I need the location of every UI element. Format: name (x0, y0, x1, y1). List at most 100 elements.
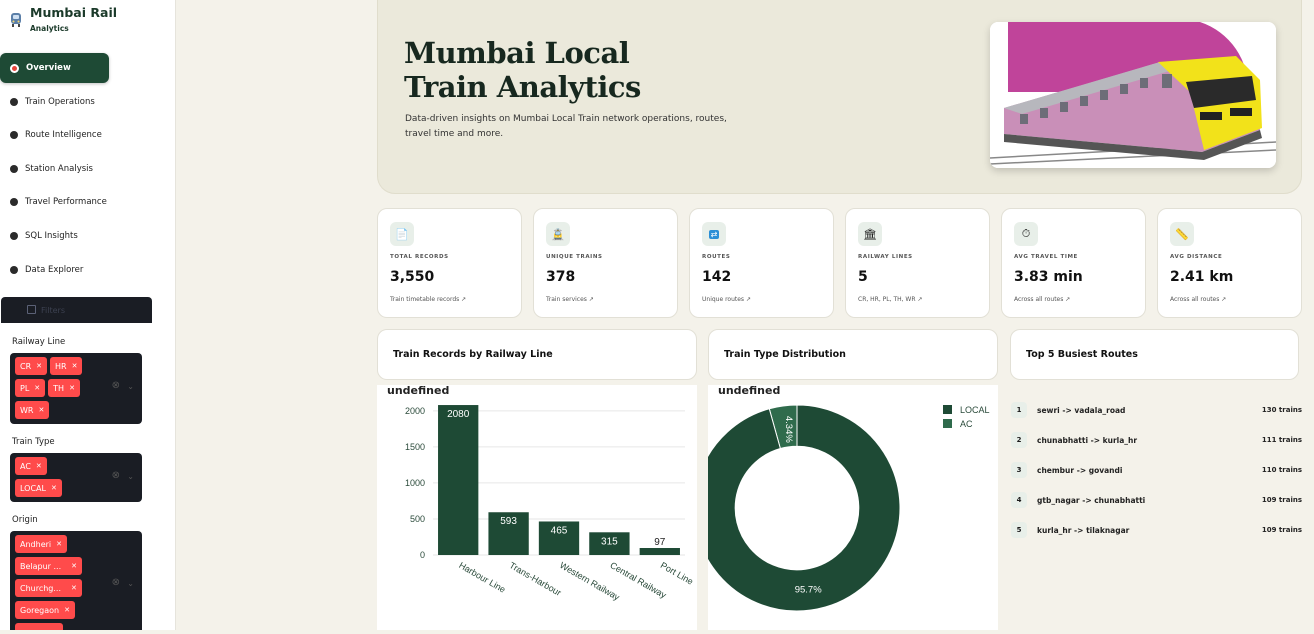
nav-item-overview[interactable]: Overview (0, 53, 109, 83)
main-content: Mumbai Local Train Analytics Data-driven… (176, 0, 1314, 630)
slice-label: 95.7% (795, 585, 822, 596)
kpi-total-records: 📄 TOTAL RECORDS 3,550 Train timetable re… (377, 208, 522, 318)
data-label: 593 (500, 516, 517, 527)
chevron-down-icon[interactable]: ⌄ (127, 472, 134, 481)
tag-local[interactable]: LOCAL ✕ (15, 479, 62, 497)
nav-item-travel-performance[interactable]: Travel Performance (0, 187, 175, 217)
kpi-routes: ⇄ ROUTES 142 Unique routes ↗ (689, 208, 834, 318)
remove-icon[interactable]: ✕ (71, 584, 77, 592)
bar-chart: 0 500 1000 1500 2000 2080 Harbour Line 593 Trans… (405, 405, 695, 603)
clear-all-icon[interactable]: ⊗ (112, 380, 120, 391)
train-type-label: Train Type (12, 437, 55, 447)
nav-item-data-explorer[interactable]: Data Explorer (0, 255, 175, 285)
remove-icon[interactable]: ✕ (34, 384, 40, 392)
tag-pl[interactable]: PL ✕ (15, 379, 46, 397)
brand: Mumbai Rail Analytics (8, 6, 117, 33)
filters-header[interactable]: Filters (1, 297, 152, 323)
hero-subtitle: Data-driven insights on Mumbai Local Tra… (405, 114, 727, 139)
y-tick-label: 2000 (405, 406, 425, 416)
bank-icon: 🏛 (858, 222, 882, 246)
remove-icon[interactable]: ✕ (64, 606, 70, 614)
nav-label: Overview (26, 63, 71, 73)
remove-icon[interactable]: ✕ (36, 462, 42, 470)
kpi-unique-trains: 🚊 UNIQUE TRAINS 378 Train services ↗ (533, 208, 678, 318)
radio-icon (10, 265, 18, 274)
remove-icon[interactable]: ✕ (56, 540, 62, 548)
bar-chart-title: undefined (387, 384, 450, 397)
chevron-down-icon[interactable]: ⌄ (127, 579, 134, 588)
hero-banner: Mumbai Local Train Analytics Data-driven… (377, 0, 1302, 194)
bar (639, 548, 680, 555)
clear-all-icon[interactable]: ⊗ (112, 470, 120, 481)
ruler-icon: 📏 (1170, 222, 1194, 246)
sidebar: Mumbai Rail Analytics Overview Train Ope… (0, 0, 176, 630)
clear-all-icon[interactable]: ⊗ (112, 577, 120, 588)
app-title: Mumbai Rail (30, 5, 118, 20)
shuffle-icon: ⇄ (702, 222, 726, 246)
kpi-row: 📄 TOTAL RECORDS 3,550 Train timetable re… (377, 208, 1302, 318)
y-tick-label: 1500 (405, 442, 425, 452)
tag-belapur[interactable]: Belapur ... ✕ (15, 557, 83, 575)
remove-icon[interactable]: ✕ (69, 384, 75, 392)
section-records-by-line: Train Records by Railway Line (377, 329, 697, 380)
remove-icon[interactable]: ✕ (38, 406, 44, 414)
y-tick-label: 0 (420, 550, 425, 560)
legend-label: AC (960, 419, 973, 429)
tag-andheri[interactable]: Andheri ✕ (15, 535, 67, 553)
legend-swatch (943, 419, 952, 428)
nav-label: SQL Insights (25, 230, 78, 241)
remove-icon[interactable]: ✕ (51, 484, 57, 492)
radio-icon (10, 231, 18, 240)
train-illustration (990, 22, 1276, 168)
radio-icon (10, 164, 18, 173)
data-label: 2080 (447, 409, 470, 420)
kpi-avg-distance: 📏 AVG DISTANCE 2.41 km Across all routes… (1157, 208, 1302, 318)
radio-icon (10, 63, 19, 73)
x-tick-label: Trans-Harbour (508, 560, 563, 598)
tag-cr[interactable]: CR ✕ (15, 357, 48, 375)
data-label: 465 (551, 525, 568, 536)
donut-chart-title: undefined (718, 384, 781, 397)
remove-icon[interactable]: ✕ (71, 562, 77, 570)
nav-label: Station Analysis (25, 163, 93, 174)
tag-churchgate[interactable]: Churchg... ✕ (15, 579, 82, 597)
tag-goregaon[interactable]: Goregaon ✕ (15, 601, 75, 619)
nav-label: Train Operations (25, 96, 95, 107)
y-tick-label: 1000 (405, 478, 425, 488)
filter-icon (27, 305, 36, 314)
tag-ac[interactable]: AC ✕ (15, 457, 47, 475)
list-item: 4 gtb_nagar -> chunabhatti 109 trains (1011, 485, 1302, 515)
tag-more[interactable] (15, 623, 63, 630)
railway-line-multiselect[interactable]: CR ✕ HR ✕ PL ✕ TH ✕ WR ✕ ⊗ ⌄ (10, 353, 142, 424)
chevron-down-icon[interactable]: ⌄ (127, 382, 134, 391)
nav-label: Route Intelligence (25, 130, 102, 141)
legend-swatch (943, 405, 952, 414)
nav-item-train-operations[interactable]: Train Operations (0, 87, 175, 117)
nav-item-route-intelligence[interactable]: Route Intelligence (0, 120, 175, 150)
train-type-multiselect[interactable]: AC ✕ LOCAL ✕ ⊗ ⌄ (10, 453, 142, 502)
remove-icon[interactable]: ✕ (36, 362, 42, 370)
app-subtitle: Analytics (30, 24, 69, 33)
train-logo-icon (11, 13, 21, 27)
tag-th[interactable]: TH ✕ (48, 379, 80, 397)
origin-multiselect[interactable]: Andheri ✕ Belapur ... ✕ Churchg... ✕ Gorega… (10, 531, 142, 630)
tag-wr[interactable]: WR ✕ (15, 401, 50, 419)
filters-title: Filters (41, 305, 65, 315)
tag-hr[interactable]: HR ✕ (50, 357, 83, 375)
train-image-icon (990, 22, 1276, 168)
section-type-distribution: Train Type Distribution (708, 329, 998, 380)
radio-icon (10, 97, 18, 106)
list-item: 1 sewri -> vadala_road 130 trains (1011, 395, 1302, 425)
remove-icon[interactable]: ✕ (72, 362, 78, 370)
nav-menu: Overview Train Operations Route Intellig… (0, 53, 175, 288)
list-item: 3 chembur -> govandi 110 trains (1011, 455, 1302, 485)
y-tick-label: 500 (410, 514, 425, 524)
kpi-avg-travel-time: ⏱ AVG TRAVEL TIME 3.83 min Across all ro… (1001, 208, 1146, 318)
nav-item-station-analysis[interactable]: Station Analysis (0, 154, 175, 184)
list-item: 5 kurla_hr -> tilaknagar 109 trains (1011, 515, 1302, 545)
nav-item-sql-insights[interactable]: SQL Insights (0, 221, 175, 251)
bar-chart-panel: undefined 0 500 1000 1500 2000 2080 Harbour Li… (377, 384, 697, 630)
data-label: 97 (654, 537, 666, 548)
slice-local (693, 404, 901, 612)
train-icon: 🚊 (546, 222, 570, 246)
